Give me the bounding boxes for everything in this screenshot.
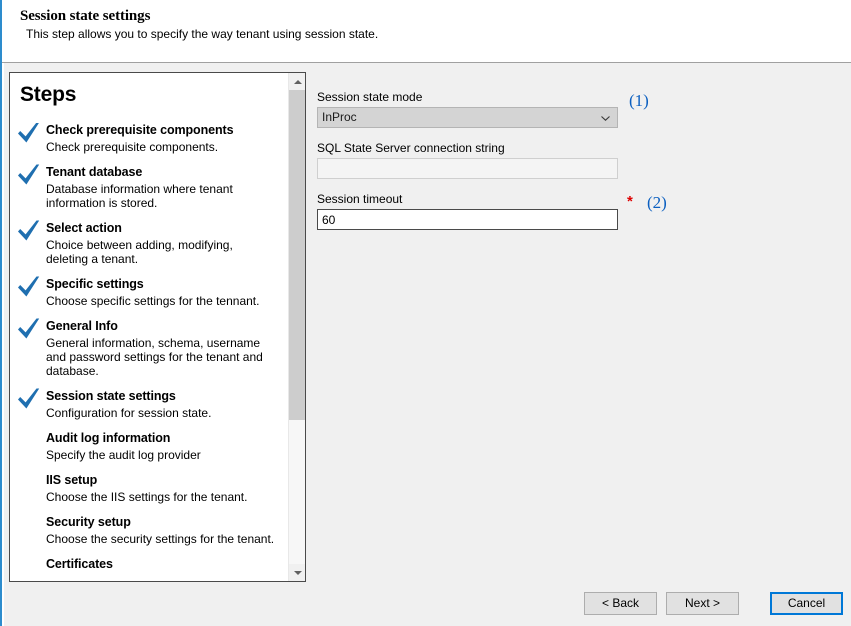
check-icon	[16, 163, 42, 187]
step-item[interactable]: Security setup Choose the security settin…	[10, 515, 288, 546]
scroll-up-button[interactable]	[289, 73, 306, 90]
step-description: Database information where tenant inform…	[46, 182, 276, 210]
step-title: Session state settings	[46, 389, 276, 404]
session-mode-value: InProc	[322, 110, 357, 124]
connection-string-row: SQL State Server connection string	[317, 141, 837, 179]
page-title: Session state settings	[20, 8, 150, 25]
session-timeout-label: Session timeout	[317, 192, 837, 206]
step-item[interactable]: General Info General information, schema,…	[10, 319, 288, 378]
step-completed-check	[16, 163, 42, 187]
step-completed-check	[16, 275, 42, 299]
step-completed-check	[16, 317, 42, 341]
step-item[interactable]: Audit log information Specify the audit l…	[10, 431, 288, 462]
cancel-button[interactable]: Cancel	[770, 592, 843, 615]
required-asterisk: *	[627, 194, 633, 209]
check-icon	[16, 275, 42, 299]
check-icon	[16, 317, 42, 341]
connection-string-input[interactable]	[317, 158, 618, 179]
step-item[interactable]: Select action Choice between adding, modi…	[10, 221, 288, 266]
step-item[interactable]: Session state settings Configuration for …	[10, 389, 288, 420]
step-title: Certificates	[46, 557, 276, 572]
session-mode-label: Session state mode	[317, 90, 837, 104]
step-description: Choose the IIS settings for the tenant.	[46, 490, 276, 504]
settings-form: Session state mode InProc (1) SQL State …	[317, 90, 837, 243]
step-item[interactable]: Certificates	[10, 557, 288, 581]
check-icon	[16, 219, 42, 243]
step-description: Configuration for session state.	[46, 406, 276, 420]
step-description: General information, schema, username an…	[46, 336, 276, 378]
session-mode-row: Session state mode InProc (1)	[317, 90, 837, 128]
scroll-down-button[interactable]	[289, 564, 306, 581]
step-description: Choose the security settings for the ten…	[46, 532, 276, 546]
page-subtitle: This step allows you to specify the way …	[26, 27, 378, 41]
step-item[interactable]: Specific settings Choose specific setting…	[10, 277, 288, 308]
connection-string-label: SQL State Server connection string	[317, 141, 837, 155]
back-button[interactable]: < Back	[584, 592, 657, 615]
steps-scrollbar[interactable]	[288, 73, 305, 581]
steps-list: Check prerequisite components Check prere…	[10, 123, 288, 581]
step-completed-check	[16, 387, 42, 411]
wizard-window: Session state settings This step allows …	[0, 0, 851, 626]
annotation-marker-1: (1)	[629, 92, 649, 109]
check-icon	[16, 387, 42, 411]
step-title: Check prerequisite components	[46, 123, 276, 138]
wizard-footer: < Back Next > Cancel	[4, 582, 851, 626]
step-item[interactable]: Check prerequisite components Check prere…	[10, 123, 288, 154]
next-button[interactable]: Next >	[666, 592, 739, 615]
step-title: IIS setup	[46, 473, 276, 488]
step-description: Choice between adding, modifying, deleti…	[46, 238, 276, 266]
step-item[interactable]: IIS setup Choose the IIS settings for the…	[10, 473, 288, 504]
wizard-body: Steps Check prerequisite componentsCheck…	[4, 63, 851, 626]
steps-panel: Steps Check prerequisite componentsCheck…	[9, 72, 306, 582]
step-description: Specify the audit log provider	[46, 448, 276, 462]
step-title: General Info	[46, 319, 276, 334]
step-description: Choose specific settings for the tennant…	[46, 294, 276, 308]
steps-panel-title: Steps	[20, 83, 76, 107]
chevron-down-icon	[601, 116, 610, 121]
check-icon	[16, 123, 42, 145]
chevron-up-icon	[294, 80, 302, 84]
step-title: Select action	[46, 221, 276, 236]
session-timeout-row: Session timeout * (2)	[317, 192, 837, 230]
chevron-down-icon	[294, 571, 302, 575]
step-title: Audit log information	[46, 431, 276, 446]
step-title: Security setup	[46, 515, 276, 530]
session-timeout-input[interactable]	[317, 209, 618, 230]
step-completed-check	[16, 123, 42, 145]
step-title: Tenant database	[46, 165, 276, 180]
scrollbar-thumb[interactable]	[289, 90, 306, 420]
annotation-marker-2: (2)	[647, 194, 667, 211]
step-completed-check	[16, 219, 42, 243]
session-mode-select[interactable]: InProc	[317, 107, 618, 128]
wizard-header: Session state settings This step allows …	[2, 0, 851, 62]
step-item[interactable]: Tenant database Database information wher…	[10, 165, 288, 210]
step-title: Specific settings	[46, 277, 276, 292]
step-description: Check prerequisite components.	[46, 140, 276, 154]
